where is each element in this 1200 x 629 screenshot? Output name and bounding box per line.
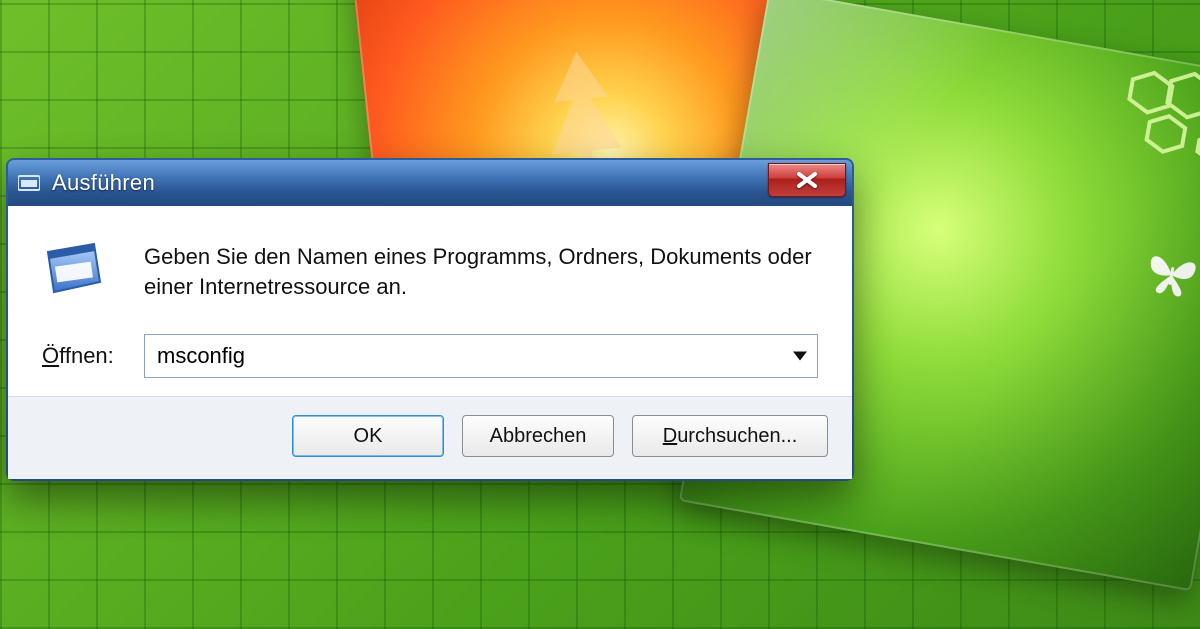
close-button[interactable] [768, 163, 846, 197]
ok-button[interactable]: OK [292, 415, 444, 457]
chevron-down-icon [793, 352, 807, 361]
close-icon [794, 171, 820, 189]
window-title: Ausführen [52, 170, 155, 196]
cancel-button[interactable]: Abbrechen [462, 415, 614, 457]
browse-button[interactable]: Durchsuchen... [632, 415, 828, 457]
dialog-client-area: Geben Sie den Namen eines Programms, Ord… [8, 206, 852, 396]
dialog-description: Geben Sie den Namen eines Programms, Ord… [144, 238, 818, 303]
browse-button-label: urchsuchen... [677, 425, 797, 448]
butterfly-icon [1140, 248, 1200, 301]
dialog-button-row: OK Abbrechen Durchsuchen... [8, 396, 852, 479]
desktop-background: Ausführen [0, 0, 1200, 629]
titlebar[interactable]: Ausführen [8, 160, 852, 206]
hexagon-cluster-icon [1107, 58, 1200, 192]
run-dialog-icon [42, 238, 124, 308]
run-dialog: Ausführen [6, 158, 854, 481]
open-combobox[interactable]: msconfig [144, 334, 818, 378]
run-dialog-title-icon [18, 174, 40, 192]
open-combobox-value: msconfig [157, 343, 245, 369]
cancel-button-label: Abbrechen [490, 425, 587, 448]
browse-button-hotkey: D [663, 425, 677, 448]
open-label: Öffnen: [42, 343, 124, 369]
ok-button-label: OK [354, 425, 383, 448]
